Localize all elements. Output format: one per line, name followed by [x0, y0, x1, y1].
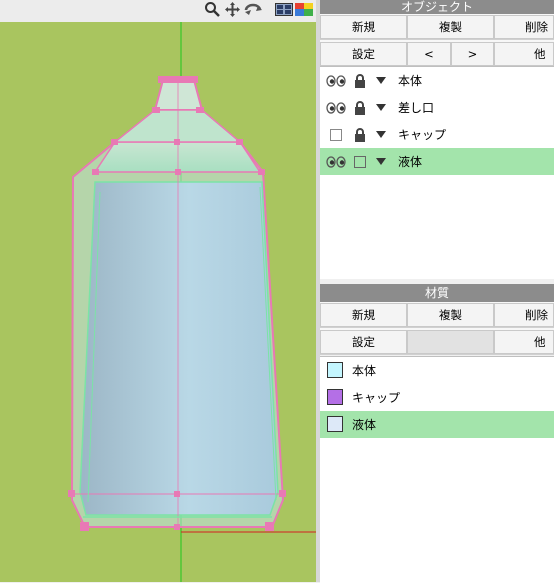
- object-list[interactable]: 本体 差し口 キャップ 液体: [320, 66, 554, 279]
- 3d-viewport-canvas[interactable]: [0, 22, 316, 582]
- expand-triangle-icon[interactable]: [374, 94, 388, 121]
- eye-icon[interactable]: [326, 94, 346, 121]
- object-name: 本体: [398, 74, 423, 88]
- material-name: 本体: [352, 364, 377, 378]
- zoom-icon[interactable]: [203, 0, 221, 18]
- object-next-button[interactable]: >: [451, 42, 494, 66]
- hidden-checkbox[interactable]: [329, 121, 343, 148]
- material-name: キャップ: [352, 391, 401, 405]
- object-row-cap[interactable]: キャップ: [320, 121, 554, 148]
- material-name: 液体: [352, 418, 377, 432]
- move-icon[interactable]: [223, 0, 241, 18]
- eye-icon[interactable]: [326, 148, 346, 175]
- material-settings-button[interactable]: 設定: [320, 330, 407, 354]
- lock-icon[interactable]: [352, 121, 368, 148]
- object-row-spout[interactable]: 差し口: [320, 94, 554, 121]
- material-list[interactable]: 本体 キャップ 液体: [320, 356, 554, 583]
- material-color-swatch[interactable]: [327, 389, 343, 405]
- object-row-liquid[interactable]: 液体: [320, 148, 554, 175]
- lock-icon[interactable]: [352, 94, 368, 121]
- material-row-cap[interactable]: キャップ: [320, 384, 554, 411]
- material-blank-button: [407, 330, 494, 354]
- screen-layout-icon[interactable]: [275, 0, 293, 18]
- object-new-button[interactable]: 新規: [320, 15, 407, 39]
- materials-panel-title: 材質: [320, 284, 554, 302]
- expand-triangle-icon[interactable]: [374, 148, 388, 175]
- objects-panel: オブジェクト 新規 複製 削除 設定 < > 他: [320, 0, 554, 67]
- materials-panel: 材質 新規 複製 削除 設定 他: [320, 284, 554, 355]
- viewport[interactable]: [0, 0, 316, 582]
- material-row-body[interactable]: 本体: [320, 357, 554, 384]
- object-name: 差し口: [398, 101, 435, 115]
- eye-icon[interactable]: [326, 67, 346, 94]
- material-other-button[interactable]: 他: [494, 330, 554, 354]
- rotate-icon[interactable]: [242, 0, 264, 18]
- objects-panel-title: オブジェクト: [320, 0, 554, 14]
- lock-icon[interactable]: [352, 67, 368, 94]
- object-name: 液体: [398, 155, 423, 169]
- object-prev-button[interactable]: <: [407, 42, 451, 66]
- material-duplicate-button[interactable]: 複製: [407, 303, 494, 327]
- object-settings-button[interactable]: 設定: [320, 42, 407, 66]
- material-delete-button[interactable]: 削除: [494, 303, 554, 327]
- material-new-button[interactable]: 新規: [320, 303, 407, 327]
- object-row-body[interactable]: 本体: [320, 67, 554, 94]
- material-color-swatch[interactable]: [327, 362, 343, 378]
- viewport-toolbar: [0, 0, 316, 22]
- unlocked-checkbox[interactable]: [353, 148, 367, 175]
- color-palette-icon[interactable]: [295, 0, 313, 18]
- object-other-button[interactable]: 他: [494, 42, 554, 66]
- bottle-model-wireframe: [68, 22, 316, 582]
- material-row-liquid[interactable]: 液体: [320, 411, 554, 438]
- object-duplicate-button[interactable]: 複製: [407, 15, 494, 39]
- material-color-swatch[interactable]: [327, 416, 343, 432]
- expand-triangle-icon[interactable]: [374, 121, 388, 148]
- expand-triangle-icon[interactable]: [374, 67, 388, 94]
- object-name: キャップ: [398, 128, 447, 142]
- object-delete-button[interactable]: 削除: [494, 15, 554, 39]
